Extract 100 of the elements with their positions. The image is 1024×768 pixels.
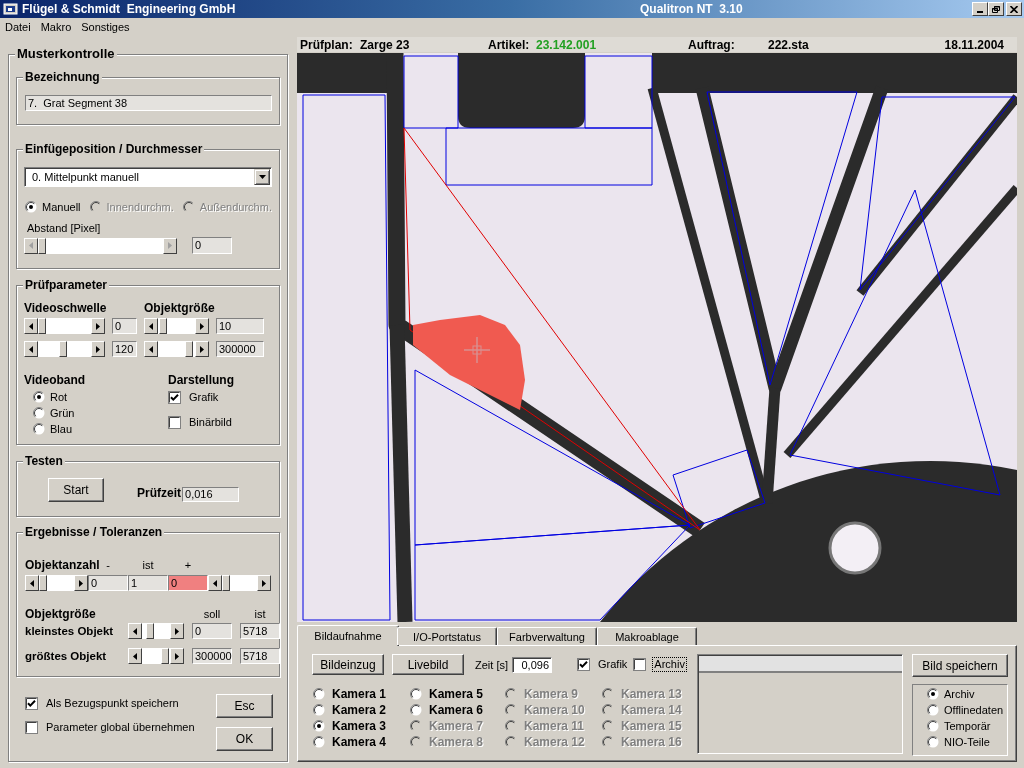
slider-thumb[interactable] — [159, 318, 168, 334]
slider-thumb[interactable] — [58, 341, 67, 357]
radio-option[interactable]: Kamera 2 — [313, 702, 410, 718]
scroll-right-button[interactable] — [74, 575, 88, 591]
row-label: größtes Objekt — [25, 649, 107, 663]
right-arrow-icon — [175, 627, 179, 635]
left-arrow-icon — [133, 652, 137, 660]
scroll-right-button[interactable] — [170, 623, 184, 639]
right-arrow-icon — [96, 322, 100, 330]
text-field[interactable]: 7. Grat Segment 38 — [25, 95, 272, 111]
text-field[interactable]: 5718 — [240, 623, 280, 639]
right-arrow-icon — [262, 579, 266, 587]
text-field[interactable]: 5718 — [240, 648, 280, 664]
group-title: Einfügeposition / Durchmesser — [23, 142, 205, 156]
app-icon — [3, 2, 19, 16]
radio-option[interactable]: NIO-Teile — [927, 734, 1007, 750]
checkbox-option[interactable]: Als Bezugspunkt speichern — [25, 695, 197, 711]
text-field[interactable]: 0,016 — [182, 487, 239, 502]
tab[interactable]: I/O-Portstatus — [397, 627, 497, 645]
slider-thumb[interactable] — [222, 575, 230, 591]
tab[interactable]: Makroablage — [597, 627, 697, 645]
scroll-left-button[interactable] — [144, 318, 158, 334]
radio-option[interactable]: Offlinedaten — [927, 702, 1007, 718]
scroll-right-button[interactable] — [163, 237, 177, 254]
field-label: Zeit [s] — [475, 658, 508, 671]
section-label: Darstellung — [168, 373, 234, 387]
menu-item[interactable]: Datei — [0, 20, 36, 33]
text-field[interactable]: 0 — [168, 575, 208, 591]
slider-thumb[interactable] — [184, 341, 193, 357]
scroll-left-button[interactable] — [24, 318, 38, 334]
text-field[interactable]: 0,096 — [512, 656, 552, 673]
save-image-button[interactable]: Bild speichern — [912, 654, 1008, 677]
minimize-button[interactable] — [972, 2, 988, 16]
menu-item[interactable]: Sonstiges — [76, 20, 135, 33]
scroll-left-button[interactable] — [208, 575, 222, 591]
crosshair-icon — [463, 336, 491, 364]
radio-option[interactable]: Kamera 6 — [410, 702, 505, 718]
scroll-right-button[interactable] — [195, 318, 209, 334]
left-arrow-icon — [29, 322, 33, 330]
tab[interactable]: Bildaufnahme — [297, 625, 399, 646]
scroll-right-button[interactable] — [257, 575, 271, 591]
close-icon — [1010, 5, 1018, 13]
slider-thumb[interactable] — [38, 318, 46, 334]
scroll-left-button[interactable] — [128, 623, 142, 639]
checkbox-option[interactable]: Grafik — [577, 656, 630, 673]
right-arrow-icon — [200, 322, 204, 330]
radio-option[interactable]: Kamera 4 — [313, 734, 410, 750]
radio-option[interactable]: Kamera 3 — [313, 718, 410, 734]
restore-button[interactable] — [988, 2, 1004, 16]
menu-item[interactable]: Makro — [35, 20, 77, 33]
radio-option[interactable]: Manuell — [25, 199, 81, 215]
text-field[interactable]: 300000 — [216, 341, 264, 357]
text-field[interactable]: 120 — [112, 341, 137, 357]
text-field[interactable]: 0 — [88, 575, 128, 591]
date-text: 18.11.2004 — [944, 37, 1004, 52]
checkbox-option[interactable]: Grafik — [168, 389, 234, 405]
scroll-left-button[interactable] — [24, 341, 38, 357]
radio-option[interactable]: Kamera 1 — [313, 686, 410, 702]
scroll-right-button[interactable] — [91, 318, 105, 334]
close-button[interactable] — [1006, 2, 1022, 16]
radio-option[interactable]: Blau — [33, 421, 168, 437]
radio-option[interactable]: Archiv — [927, 686, 1007, 702]
checkbox-option[interactable]: Binärbild — [168, 414, 234, 430]
row-label: kleinstes Objekt — [25, 624, 114, 638]
scroll-right-button[interactable] — [170, 648, 184, 664]
tab[interactable]: Farbverwaltung — [497, 627, 597, 645]
slider-thumb[interactable] — [145, 623, 154, 639]
scroll-left-button[interactable] — [24, 237, 38, 254]
dropdown-button[interactable] — [254, 169, 270, 185]
radio-option[interactable]: Temporär — [927, 718, 1007, 734]
scroll-right-button[interactable] — [91, 341, 105, 357]
slider-thumb[interactable] — [161, 648, 169, 664]
scroll-right-button[interactable] — [195, 341, 209, 357]
radio-option[interactable]: Kamera 5 — [410, 686, 505, 702]
restore-icon — [992, 5, 1000, 13]
radio-option[interactable]: Rot — [33, 389, 168, 405]
capture-button[interactable]: Bildeinzug — [312, 654, 384, 675]
column-header: + — [184, 558, 192, 572]
scroll-left-button[interactable] — [144, 341, 158, 357]
scroll-left-button[interactable] — [25, 575, 39, 591]
checkbox-option[interactable]: Parameter global übernehmen — [25, 719, 197, 735]
right-arrow-icon — [200, 345, 204, 353]
field-label: Prüfplan: — [300, 37, 353, 52]
live-view-button[interactable]: Livebild — [392, 654, 464, 675]
dropdown[interactable]: 0. Mittelpunkt manuell — [24, 167, 272, 187]
text-field[interactable]: 1 — [128, 575, 168, 591]
escape-button[interactable]: Esc — [216, 694, 273, 718]
text-field[interactable]: 10 — [216, 318, 264, 334]
group-title: Testen — [23, 454, 65, 468]
text-field[interactable]: 0 — [192, 623, 232, 639]
scroll-left-button[interactable] — [128, 648, 142, 664]
section-label: Objektgröße — [25, 607, 96, 621]
text-field[interactable]: 300000 — [192, 648, 232, 664]
radio-option[interactable]: Grün — [33, 405, 168, 421]
slider-thumb[interactable] — [39, 575, 47, 591]
field-value: 222.sta — [768, 37, 809, 52]
start-button[interactable]: Start — [48, 478, 104, 502]
left-arrow-icon — [30, 579, 34, 587]
text-field[interactable]: 0 — [112, 318, 137, 334]
ok-button[interactable]: OK — [216, 727, 273, 751]
